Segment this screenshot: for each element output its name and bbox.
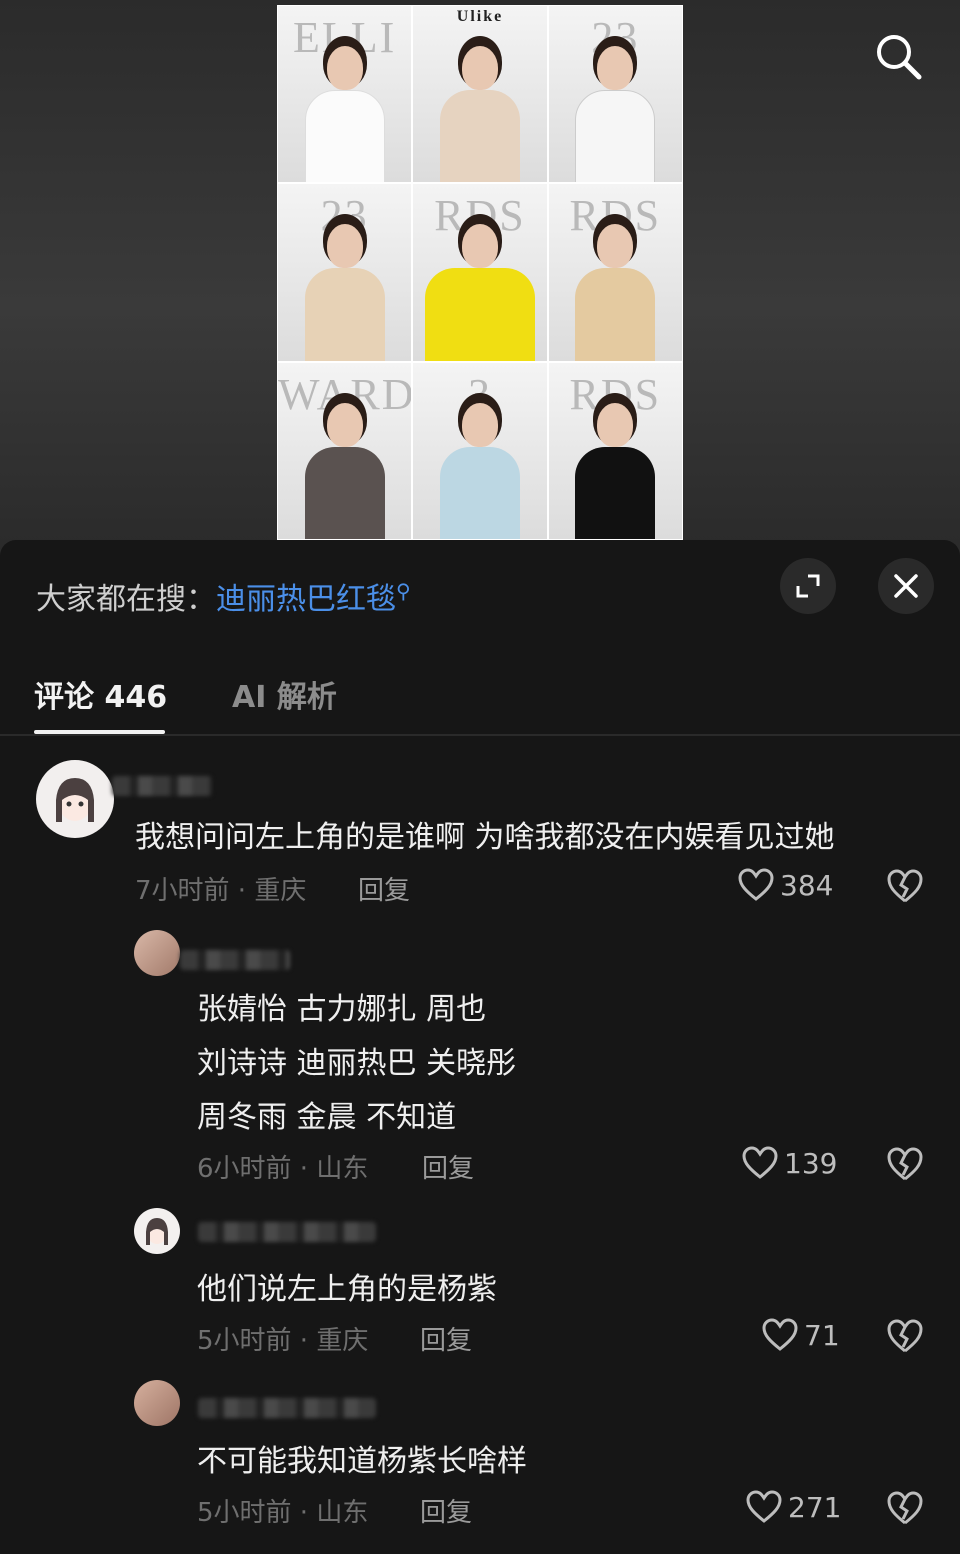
dislike-button[interactable] xyxy=(886,1146,924,1182)
avatar[interactable] xyxy=(134,1208,180,1254)
active-tab-indicator xyxy=(34,730,165,734)
avatar[interactable] xyxy=(134,1380,180,1426)
dislike-button[interactable] xyxy=(886,1318,924,1354)
dislike-button[interactable] xyxy=(886,1490,924,1526)
reply-button[interactable]: 回复 xyxy=(358,870,410,907)
person-dress xyxy=(304,90,385,183)
tab-comments[interactable]: 评论 446 xyxy=(34,672,167,716)
photo-cell: RDS xyxy=(547,183,683,362)
trending-search[interactable]: 大家都在搜：迪丽热巴红毯⚲ xyxy=(36,574,411,618)
person-head xyxy=(461,402,498,447)
person-head xyxy=(597,402,634,447)
comment-text-line: 周冬雨 金晨 不知道 xyxy=(197,1100,457,1135)
search-small-icon: ⚲ xyxy=(396,579,411,603)
like-button[interactable]: 139 xyxy=(742,1146,837,1180)
comment-meta: 5小时前 · 重庆 xyxy=(197,1326,369,1356)
reply-button[interactable]: 回复 xyxy=(420,1492,472,1529)
username-redacted xyxy=(198,1222,376,1242)
tab-bar: 评论 446 AI 解析 xyxy=(0,658,960,736)
person-head xyxy=(326,46,363,90)
person-dress xyxy=(424,268,535,361)
person-dress xyxy=(575,268,656,361)
person-dress xyxy=(439,446,520,539)
avatar-girl-icon xyxy=(146,1218,168,1245)
like-button[interactable]: 271 xyxy=(746,1490,841,1524)
reply-button[interactable]: 回复 xyxy=(420,1320,472,1357)
like-count: 139 xyxy=(784,1146,838,1180)
photo-cell: 3 xyxy=(412,361,548,540)
photo-cell: RDS xyxy=(547,361,683,540)
expand-button[interactable] xyxy=(780,558,836,614)
comment-meta: 7小时前 · 重庆 xyxy=(135,876,307,906)
person-dress xyxy=(575,446,656,539)
comments-sheet: 大家都在搜：迪丽热巴红毯⚲ 评论 446 AI 解析 我想问问左上角的是谁啊 为… xyxy=(0,540,960,1554)
search-button[interactable] xyxy=(872,30,924,82)
like-button[interactable]: 384 xyxy=(738,868,833,902)
backdrop-text: Ulike xyxy=(456,8,504,25)
person-head xyxy=(461,46,498,90)
trending-search-keyword[interactable]: 迪丽热巴红毯 xyxy=(216,582,396,617)
username-redacted xyxy=(112,776,212,796)
comment-text-line: 刘诗诗 迪丽热巴 关晓彤 xyxy=(197,1046,517,1081)
avatar[interactable] xyxy=(36,760,114,838)
like-count: 384 xyxy=(780,868,834,902)
avatar-girl-icon xyxy=(56,778,94,822)
expand-icon xyxy=(796,574,820,598)
dislike-button[interactable] xyxy=(886,868,924,904)
tab-ai-analysis[interactable]: AI 解析 xyxy=(232,672,337,716)
person-head xyxy=(461,224,498,269)
photo-cell: WARDS xyxy=(277,361,413,540)
comment-text: 我想问问左上角的是谁啊 为啥我都没在内娱看见过她 xyxy=(135,820,835,855)
like-button[interactable]: 71 xyxy=(762,1318,840,1352)
photo-cell: 23 xyxy=(547,5,683,184)
broken-heart-icon xyxy=(887,869,923,903)
search-icon xyxy=(877,35,922,80)
person-head xyxy=(597,224,634,269)
username-redacted xyxy=(198,1398,376,1418)
heart-icon xyxy=(742,1146,778,1179)
trending-search-prefix: 大家都在搜： xyxy=(36,582,216,617)
comment-text-line: 张婧怡 古力娜扎 周也 xyxy=(197,992,487,1027)
comment-meta: 5小时前 · 山东 xyxy=(197,1498,369,1528)
close-icon xyxy=(894,574,918,598)
heart-icon xyxy=(746,1490,782,1523)
broken-heart-icon xyxy=(887,1319,923,1353)
photo-cell: ELLI xyxy=(277,5,413,184)
person-head xyxy=(326,224,363,269)
comment-text: 不可能我知道杨紫长啥样 xyxy=(197,1444,527,1479)
comment-text: 他们说左上角的是杨紫 xyxy=(197,1272,497,1307)
person-dress xyxy=(575,90,656,183)
broken-heart-icon xyxy=(887,1491,923,1525)
photo-cell: 23 xyxy=(277,183,413,362)
heart-icon xyxy=(738,868,774,901)
photo-cell: RDS xyxy=(412,183,548,362)
photo-grid[interactable]: ELLI Ulike 23 23 RDS RDS WARDS 3 RDS xyxy=(277,5,683,540)
comment-meta: 6小时前 · 山东 xyxy=(197,1154,369,1184)
close-button[interactable] xyxy=(878,558,934,614)
username-redacted xyxy=(180,950,290,970)
person-dress xyxy=(304,268,385,361)
photo-cell: Ulike xyxy=(412,5,548,184)
broken-heart-icon xyxy=(887,1147,923,1181)
person-head xyxy=(326,402,363,447)
person-head xyxy=(597,46,634,90)
avatar[interactable] xyxy=(134,930,180,976)
like-count: 71 xyxy=(804,1318,840,1352)
person-dress xyxy=(439,90,520,183)
like-count: 271 xyxy=(788,1490,842,1524)
post-image-area: ELLI Ulike 23 23 RDS RDS WARDS 3 RDS xyxy=(0,0,960,560)
reply-button[interactable]: 回复 xyxy=(422,1148,474,1185)
heart-icon xyxy=(762,1318,798,1351)
person-dress xyxy=(304,446,385,539)
